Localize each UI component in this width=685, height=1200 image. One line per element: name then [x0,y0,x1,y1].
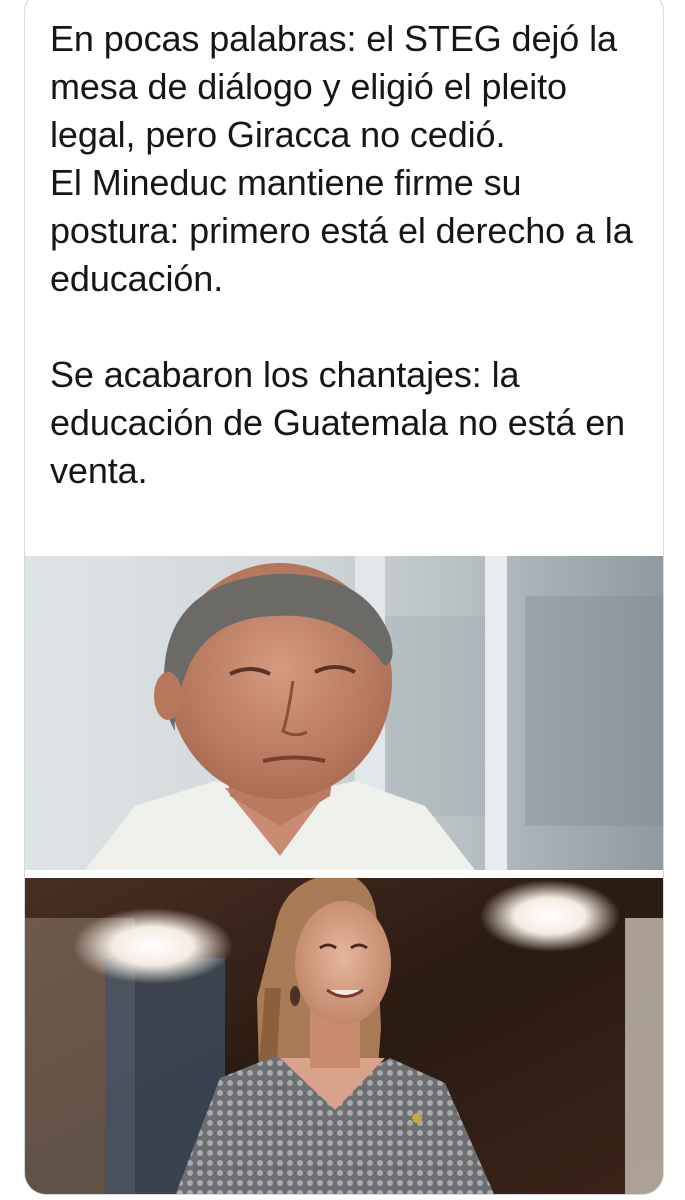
post-text: En pocas palabras: el STEG dejó la mesa … [50,18,633,491]
post-photo-1[interactable] [25,556,663,870]
man-portrait-icon [25,556,663,870]
woman-portrait-icon [25,878,663,1194]
tweet-card: En pocas palabras: el STEG dejó la mesa … [24,0,664,1195]
post-photo-2[interactable] [25,878,663,1194]
